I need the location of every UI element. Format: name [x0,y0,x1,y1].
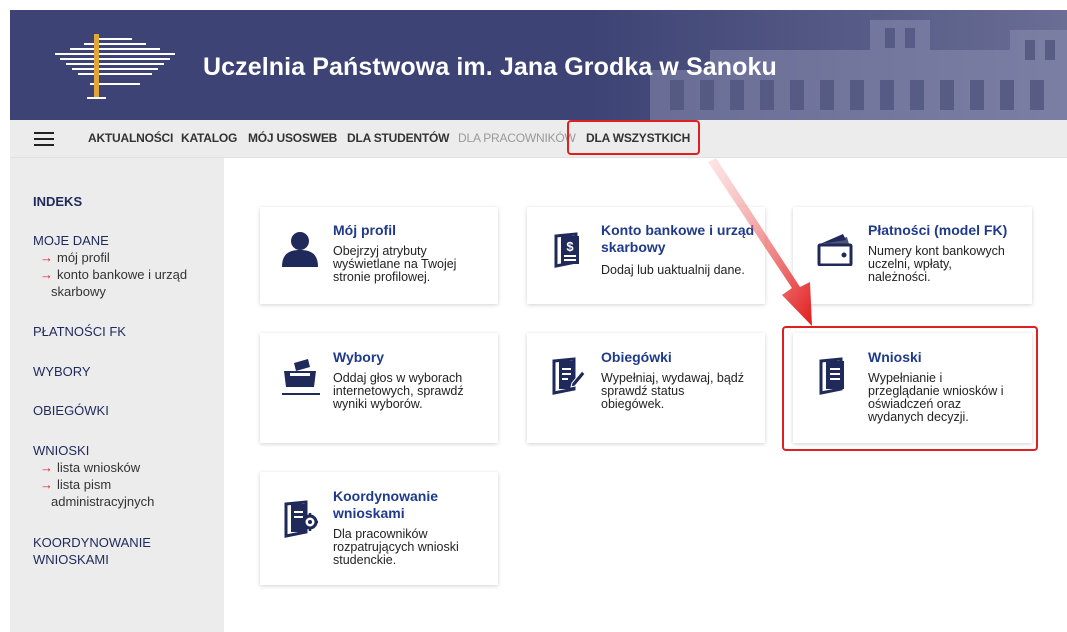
annotation-arrow-icon [708,158,812,326]
page: Uczelnia Państwowa im. Jana Grodka w San… [0,0,1067,632]
